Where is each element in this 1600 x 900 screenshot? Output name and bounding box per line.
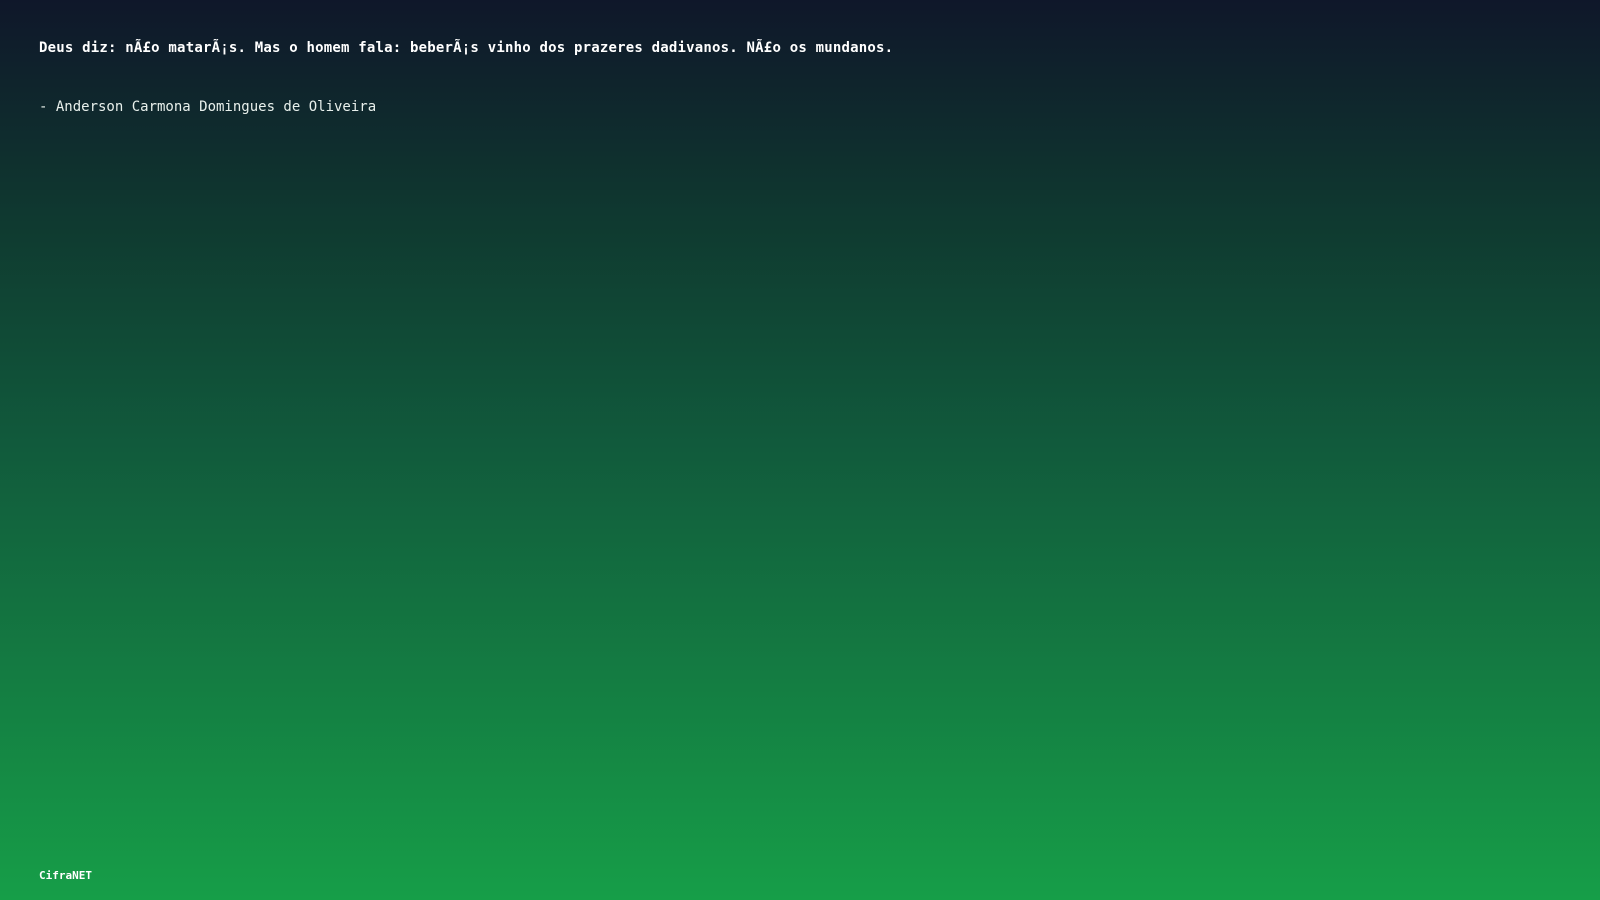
page: { "quote": { "text": "Deus diz: nÃ£o mat…	[0, 0, 1600, 900]
quote-block: Deus diz: nÃ£o matarÃ¡s. Mas o homem fal…	[39, 38, 1539, 117]
quote-author: - Anderson Carmona Domingues de Oliveira	[39, 99, 377, 115]
brand-label: CifraNET	[39, 869, 92, 882]
quote-text: Deus diz: nÃ£o matarÃ¡s. Mas o homem fal…	[39, 40, 894, 56]
